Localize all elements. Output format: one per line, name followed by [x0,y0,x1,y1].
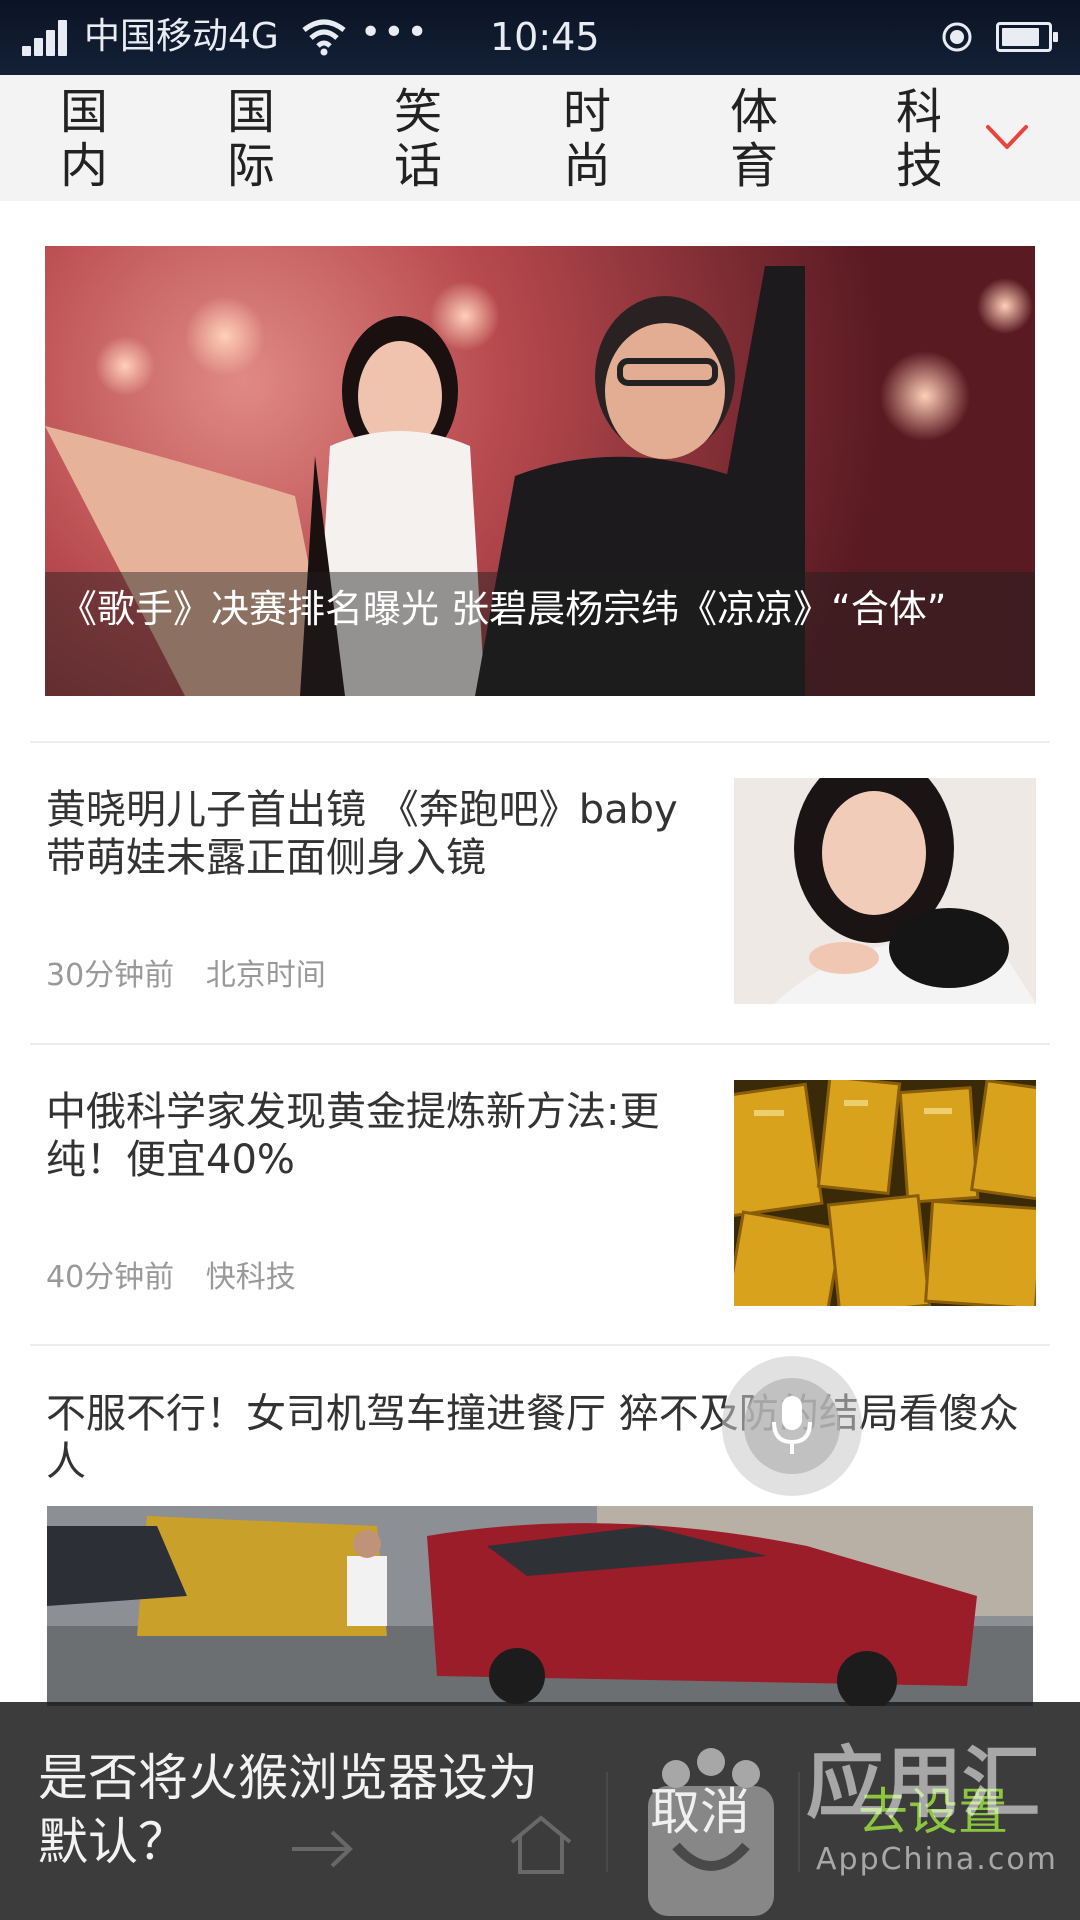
prompt-message: 是否将火猴浏览器设为默认？ [38,1749,538,1871]
news-title-2[interactable]: 中俄科学家发现黄金提炼新方法:更纯！便宜40% [46,1088,706,1184]
tab-sports[interactable]: 体育 [730,85,790,193]
news-meta-2: 40分钟前 快科技 [46,1260,296,1296]
news-image-1 [734,778,1036,1004]
hero-article[interactable]: 《歌手》决赛排名曝光 张碧晨杨宗纬《凉凉》“合体” [45,246,1035,696]
watermark-text: 应用汇 [806,1739,1041,1829]
news-image-3[interactable] [47,1506,1033,1706]
divider [30,1043,1050,1045]
divider [30,741,1050,743]
signal-icon [22,18,76,56]
news-meta-1: 30分钟前 北京时间 [46,958,326,994]
tab-international[interactable]: 国际 [227,85,287,193]
chevron-down-icon[interactable] [982,117,1032,157]
news-thumbnail-1[interactable] [734,778,1036,1004]
news-source-2: 快科技 [205,1260,296,1295]
wifi-icon [302,19,346,56]
battery-icon [996,22,1058,52]
divider [30,1344,1050,1346]
news-image-2 [734,1080,1036,1306]
voice-search-button[interactable] [722,1356,862,1496]
appchina-watermark: 应用汇 AppChina.com [636,1736,1076,1916]
category-tabs: 国内 国际 笑话 时尚 体育 科技 [0,75,1080,201]
hero-title: 《歌手》决赛排名曝光 张碧晨杨宗纬《凉凉》“合体” [59,587,947,631]
tab-tech[interactable]: 科技 [896,85,940,193]
tab-domestic[interactable]: 国内 [60,85,120,193]
news-time-2: 40分钟前 [46,1260,175,1295]
news-title-1[interactable]: 黄晓明儿子首出镜 《奔跑吧》baby带萌娃未露正面侧身入镜 [46,786,706,882]
divider [606,1772,608,1872]
news-title-3[interactable]: 不服不行！女司机驾车撞进餐厅 猝不及防的结局看傻众人 [46,1390,1036,1486]
watermark-url: AppChina.com [816,1842,1058,1877]
news-thumbnail-2[interactable] [734,1080,1036,1306]
clock: 10:45 [490,15,600,59]
location-icon [942,22,972,52]
news-source-1: 北京时间 [205,958,326,993]
microphone-icon [772,1396,812,1454]
tab-jokes[interactable]: 笑话 [394,85,454,193]
news-time-1: 30分钟前 [46,958,175,993]
status-bar: 中国移动4G ••• 10:45 [0,0,1080,75]
more-notifications-icon: ••• [360,12,430,53]
tab-fashion[interactable]: 时尚 [563,85,623,193]
appchina-logo-icon [648,1748,774,1916]
carrier-label: 中国移动4G [84,16,279,57]
